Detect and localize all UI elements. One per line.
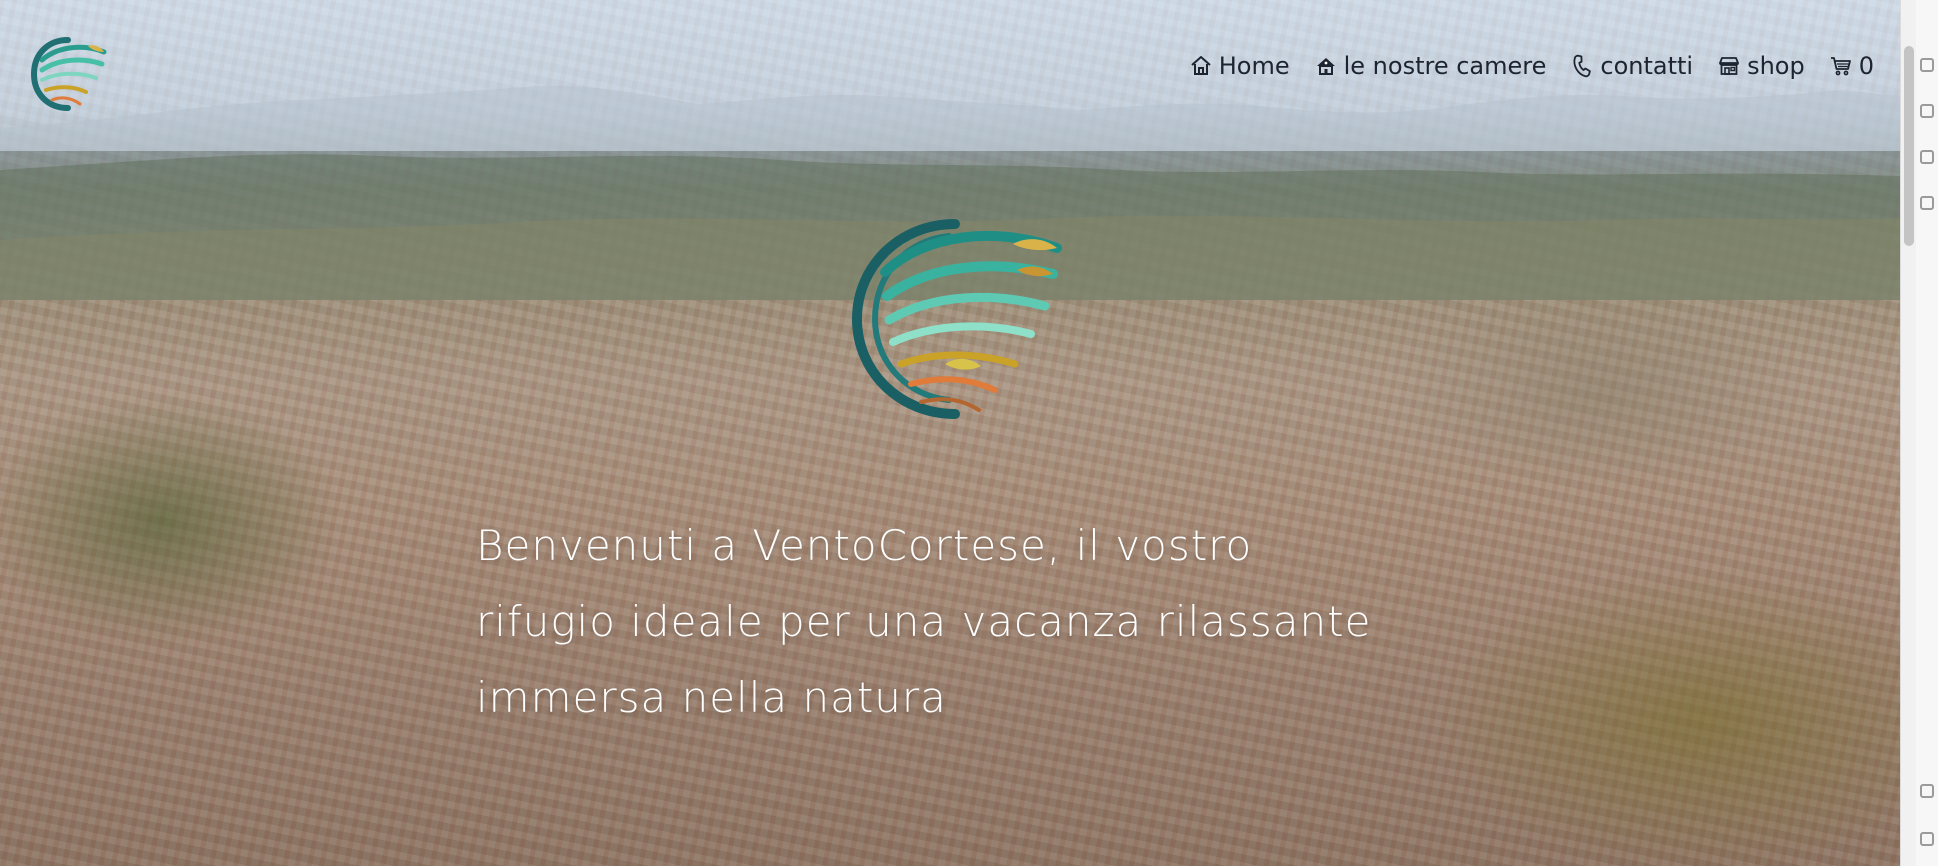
shop-icon bbox=[1719, 57, 1739, 75]
side-panel-icon[interactable] bbox=[1920, 58, 1934, 72]
nav-item-shop[interactable]: shop bbox=[1717, 52, 1805, 80]
main-navigation: Home le nostre camere contatti shop 0 bbox=[1189, 52, 1874, 80]
scrollbar-thumb[interactable] bbox=[1904, 46, 1914, 246]
nav-item-home[interactable]: Home bbox=[1189, 52, 1290, 80]
nav-item-label: Home bbox=[1218, 52, 1290, 80]
cart-count: 0 bbox=[1858, 52, 1874, 80]
side-panel-icon[interactable] bbox=[1920, 196, 1934, 210]
nav-item-cart[interactable]: 0 bbox=[1829, 52, 1874, 80]
nav-item-contacts[interactable]: contatti bbox=[1570, 52, 1693, 80]
phone-icon bbox=[1573, 54, 1592, 78]
browser-viewport: Home le nostre camere contatti shop 0 Be… bbox=[0, 0, 1900, 866]
home-icon bbox=[1191, 56, 1211, 75]
nav-item-rooms[interactable]: le nostre camere bbox=[1314, 52, 1547, 80]
side-panel-icon[interactable] bbox=[1920, 104, 1934, 118]
page-scrollbar[interactable] bbox=[1900, 0, 1917, 866]
welcome-heading: Benvenuti a VentoCortese, il vostro rifu… bbox=[476, 521, 1372, 722]
vento-cortese-logo-icon[interactable] bbox=[28, 34, 108, 114]
hotel-icon bbox=[1316, 58, 1335, 75]
side-panel-icon[interactable] bbox=[1920, 784, 1934, 798]
vento-cortese-emblem-icon bbox=[851, 219, 1062, 419]
side-panel-icon[interactable] bbox=[1920, 832, 1934, 846]
browser-side-panel bbox=[1916, 0, 1938, 866]
cart-icon bbox=[1830, 57, 1851, 76]
nav-item-label: shop bbox=[1747, 52, 1805, 80]
side-panel-icon[interactable] bbox=[1920, 150, 1934, 164]
nav-item-label: le nostre camere bbox=[1343, 52, 1547, 80]
site-header: Home le nostre camere contatti shop 0 bbox=[0, 0, 1900, 151]
nav-item-label: contatti bbox=[1600, 52, 1694, 80]
